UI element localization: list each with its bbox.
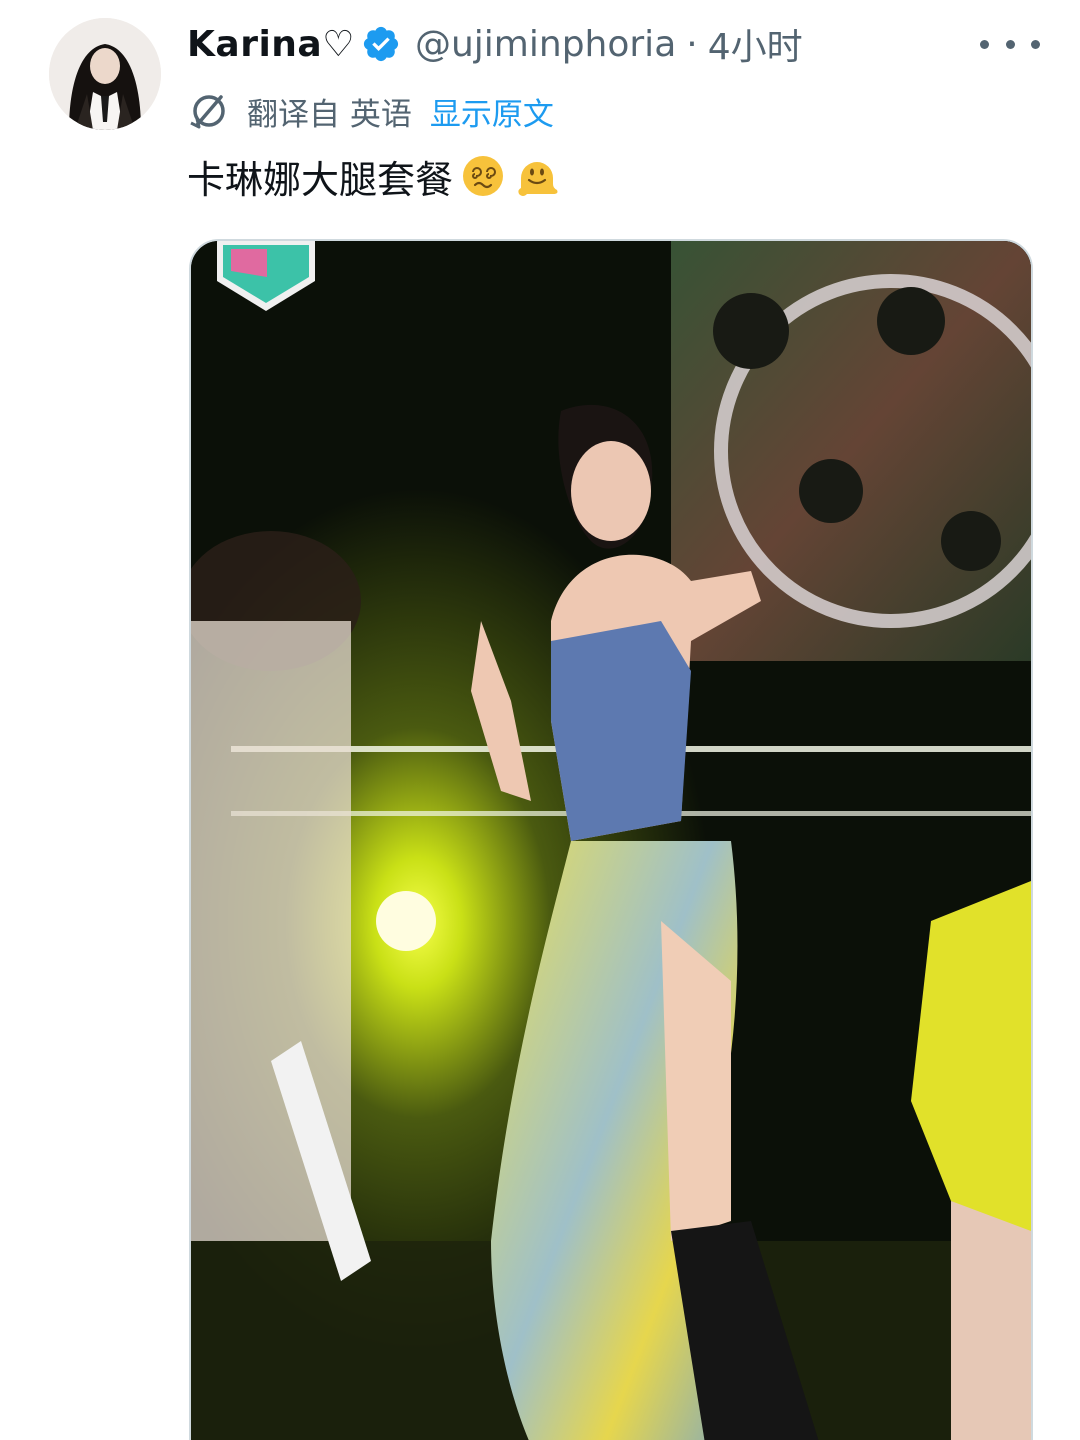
translated-from-label: 翻译自 英语 <box>247 96 412 133</box>
avatar[interactable] <box>49 18 161 130</box>
tweet-media-photo[interactable] <box>189 239 1033 1440</box>
show-original-link[interactable]: 显示原文 <box>430 89 554 134</box>
tweet-header: Karina♡ @ujiminphoria · 4小时 <box>187 18 803 70</box>
translate-icon <box>190 95 225 129</box>
tweet[interactable]: Karina♡ @ujiminphoria · 4小时 翻译自 英语 显示原文 … <box>0 0 1080 1440</box>
dizzy-face-emoji-icon <box>463 156 504 196</box>
tweet-body: 卡琳娜大腿套餐 <box>187 157 454 202</box>
separator-dot: · <box>686 23 698 65</box>
translation-bar: 翻译自 英语 显示原文 <box>187 88 554 134</box>
stage-photo <box>191 241 1031 1440</box>
timestamp[interactable]: 4小时 <box>708 18 803 70</box>
verified-badge-icon <box>363 26 399 62</box>
melting-face-emoji-icon <box>518 162 558 196</box>
more-options-icon[interactable] <box>980 24 1040 64</box>
tweet-text: 卡琳娜大腿套餐 <box>187 148 561 204</box>
display-name[interactable]: Karina♡ <box>187 24 355 65</box>
user-handle[interactable]: @ujiminphoria <box>415 24 676 65</box>
